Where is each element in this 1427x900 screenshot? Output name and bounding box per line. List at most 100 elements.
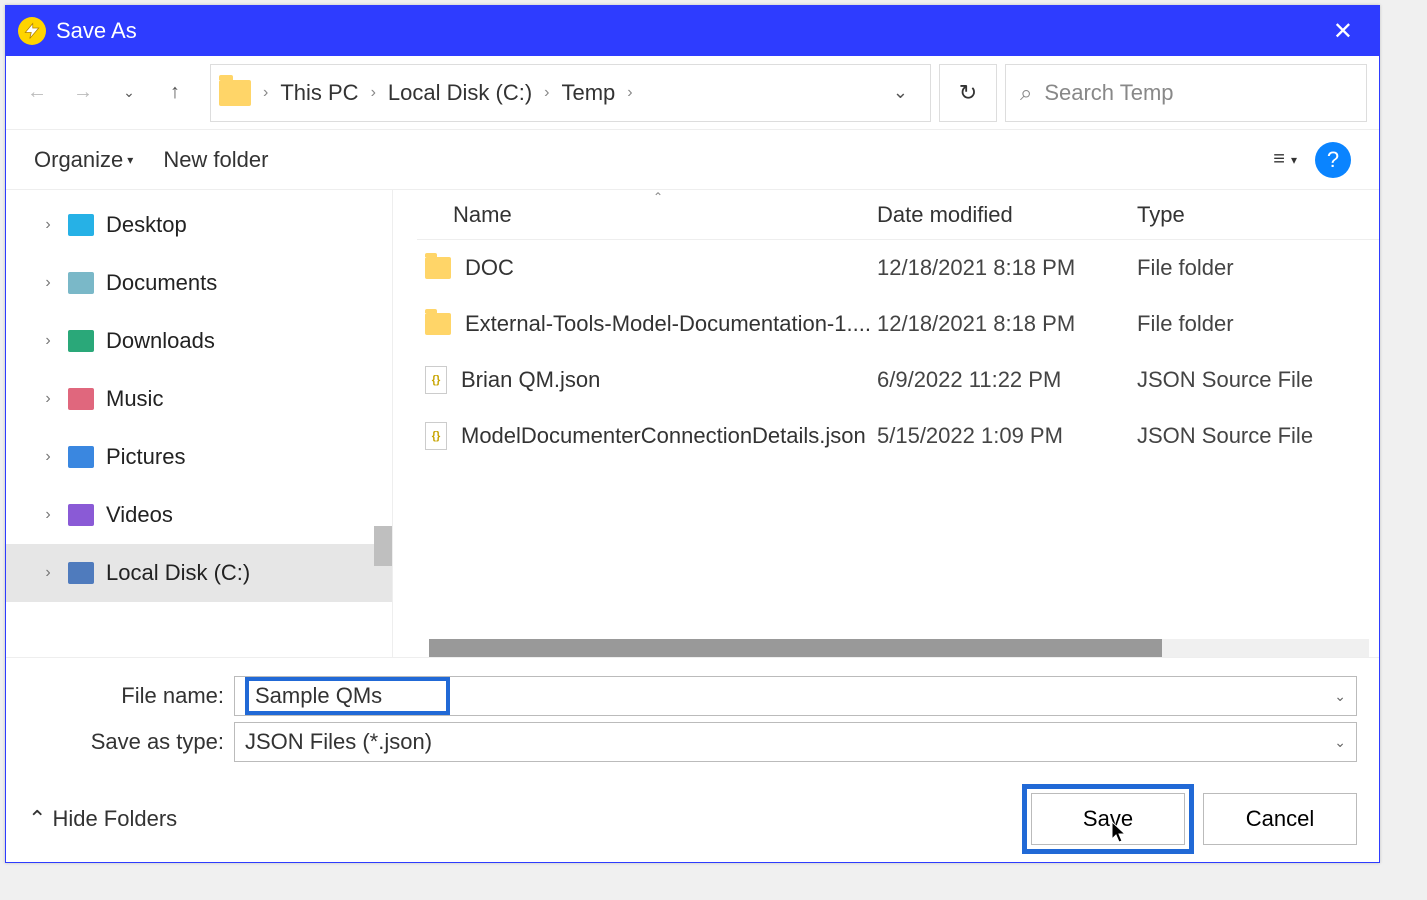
search-icon: ⌕	[1020, 80, 1032, 106]
organize-menu[interactable]: Organize ▾	[34, 147, 133, 173]
folder-icon	[68, 446, 94, 468]
folder-icon	[68, 272, 94, 294]
chevron-right-icon: ›	[540, 84, 553, 102]
file-name: External-Tools-Model-Documentation-1....	[465, 311, 871, 337]
path-dropdown[interactable]: ⌄	[879, 82, 922, 103]
folder-icon	[68, 330, 94, 352]
expander-icon[interactable]: ›	[40, 274, 56, 292]
new-folder-button[interactable]: New folder	[163, 147, 268, 173]
save-button[interactable]: Save	[1031, 793, 1185, 845]
expander-icon[interactable]: ›	[40, 332, 56, 350]
tree-item-label: Local Disk (C:)	[106, 560, 250, 586]
scrollbar-thumb[interactable]	[374, 526, 392, 566]
folder-icon	[68, 214, 94, 236]
tree-item[interactable]: › Pictures	[6, 428, 392, 486]
breadcrumb-part[interactable]: Local Disk (C:)	[388, 80, 532, 106]
chevron-up-icon: ⌃	[28, 806, 46, 832]
file-name: Brian QM.json	[461, 367, 600, 393]
breadcrumb-part[interactable]: Temp	[561, 80, 615, 106]
file-type: File folder	[1137, 311, 1379, 337]
refresh-button[interactable]: ↻	[939, 64, 997, 122]
content-area: › Desktop› Documents› Downloads› Music› …	[6, 190, 1379, 658]
expander-icon[interactable]: ›	[40, 506, 56, 524]
tree-item[interactable]: › Local Disk (C:)	[6, 544, 392, 602]
dropdown-icon[interactable]: ⌄	[1334, 734, 1346, 751]
folder-icon	[425, 313, 451, 335]
json-file-icon: {}	[425, 422, 447, 450]
tree-item-label: Downloads	[106, 328, 215, 354]
back-button[interactable]: ←	[18, 72, 56, 114]
column-name[interactable]: Name	[417, 202, 877, 228]
tree-item[interactable]: › Documents	[6, 254, 392, 312]
horizontal-scrollbar[interactable]	[429, 639, 1369, 657]
folder-icon	[68, 504, 94, 526]
tree-item[interactable]: › Videos	[6, 486, 392, 544]
dropdown-icon[interactable]: ⌄	[1334, 688, 1346, 705]
tree-item-label: Desktop	[106, 212, 187, 238]
forward-button[interactable]: →	[64, 72, 102, 114]
search-box[interactable]: ⌕ Search Temp	[1005, 64, 1367, 122]
folder-tree[interactable]: › Desktop› Documents› Downloads› Music› …	[6, 190, 393, 657]
list-icon: ≡	[1273, 148, 1285, 171]
filename-field[interactable]: Sample QMs ⌄	[234, 676, 1357, 716]
tree-item[interactable]: › Desktop	[6, 196, 392, 254]
file-row[interactable]: External-Tools-Model-Documentation-1....…	[417, 296, 1379, 352]
expander-icon[interactable]: ›	[40, 448, 56, 466]
tree-item-label: Documents	[106, 270, 217, 296]
file-date: 12/18/2021 8:18 PM	[877, 255, 1137, 281]
hide-folders-toggle[interactable]: ⌃ Hide Folders	[28, 806, 177, 832]
folder-icon	[68, 562, 94, 584]
tree-item-label: Music	[106, 386, 163, 412]
breadcrumb-part[interactable]: This PC	[280, 80, 358, 106]
filename-label: File name:	[28, 683, 234, 709]
chevron-right-icon: ›	[623, 84, 636, 102]
file-name: ModelDocumenterConnectionDetails.json	[461, 423, 866, 449]
folder-icon	[219, 80, 251, 106]
expander-icon[interactable]: ›	[40, 564, 56, 582]
toolbar: Organize ▾ New folder ≡ ▾ ?	[6, 130, 1379, 190]
savetype-label: Save as type:	[28, 729, 234, 755]
view-mode-button[interactable]: ≡ ▾	[1273, 148, 1297, 171]
up-button[interactable]: ↑	[156, 72, 194, 114]
file-date: 12/18/2021 8:18 PM	[877, 311, 1137, 337]
tree-item-label: Pictures	[106, 444, 185, 470]
scrollbar-thumb[interactable]	[429, 639, 1162, 657]
help-button[interactable]: ?	[1315, 142, 1351, 178]
savetype-field[interactable]: JSON Files (*.json) ⌄	[234, 722, 1357, 762]
file-type: File folder	[1137, 255, 1379, 281]
app-icon	[18, 17, 46, 45]
expander-icon[interactable]: ›	[40, 390, 56, 408]
cancel-button[interactable]: Cancel	[1203, 793, 1357, 845]
close-button[interactable]: ✕	[1319, 11, 1367, 52]
expander-icon[interactable]: ›	[40, 216, 56, 234]
file-row[interactable]: DOC 12/18/2021 8:18 PM File folder	[417, 240, 1379, 296]
chevron-right-icon: ›	[367, 84, 380, 102]
tree-item-label: Videos	[106, 502, 173, 528]
tree-item[interactable]: › Downloads	[6, 312, 392, 370]
column-type[interactable]: Type	[1137, 202, 1379, 228]
savetype-value: JSON Files (*.json)	[245, 729, 432, 755]
tree-item[interactable]: › Music	[6, 370, 392, 428]
search-placeholder: Search Temp	[1044, 80, 1173, 106]
file-date: 5/15/2022 1:09 PM	[877, 423, 1137, 449]
file-name: DOC	[465, 255, 514, 281]
caret-down-icon: ▾	[1291, 153, 1297, 167]
sort-indicator-icon: ⌃	[653, 190, 663, 204]
file-type: JSON Source File	[1137, 423, 1379, 449]
file-row[interactable]: {}Brian QM.json 6/9/2022 11:22 PM JSON S…	[417, 352, 1379, 408]
nav-row: ← → ⌄ ↑ › This PC › Local Disk (C:) › Te…	[6, 56, 1379, 130]
caret-down-icon: ▾	[127, 153, 133, 167]
column-date[interactable]: Date modified	[877, 202, 1137, 228]
titlebar: Save As ✕	[6, 6, 1379, 56]
column-headers[interactable]: Name Date modified Type	[417, 190, 1379, 240]
file-row[interactable]: {}ModelDocumenterConnectionDetails.json …	[417, 408, 1379, 464]
file-date: 6/9/2022 11:22 PM	[877, 367, 1137, 393]
breadcrumb-bar[interactable]: › This PC › Local Disk (C:) › Temp › ⌄	[210, 64, 931, 122]
chevron-right-icon: ›	[259, 84, 272, 102]
folder-icon	[425, 257, 451, 279]
json-file-icon: {}	[425, 366, 447, 394]
file-list-area: ⌃ Name Date modified Type DOC 12/18/2021…	[393, 190, 1379, 657]
window-title: Save As	[56, 18, 137, 44]
recent-dropdown[interactable]: ⌄	[110, 72, 148, 114]
filename-input[interactable]: Sample QMs	[245, 677, 450, 715]
